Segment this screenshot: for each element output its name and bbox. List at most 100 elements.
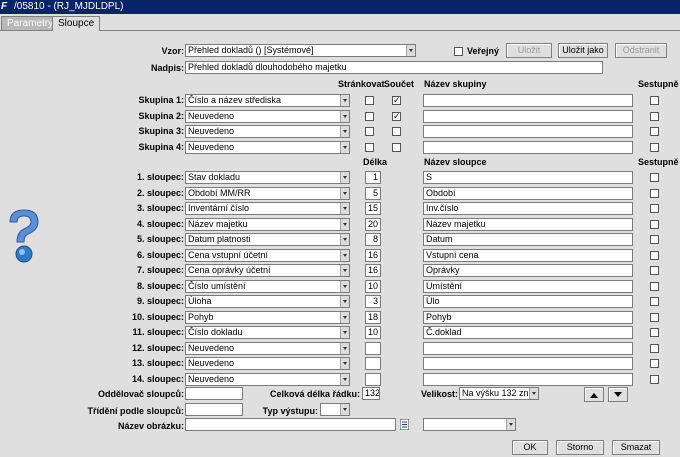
sestupne-checkbox[interactable] <box>650 111 659 121</box>
sestupne-checkbox[interactable] <box>650 297 659 306</box>
column-select[interactable]: Název majetku <box>185 217 350 231</box>
column-name-input[interactable] <box>423 372 633 386</box>
sestupne-checkbox[interactable] <box>650 127 659 136</box>
group-name-input[interactable] <box>423 140 633 154</box>
column-select[interactable]: Úloha <box>185 295 350 308</box>
column-length-input[interactable]: 16 <box>365 264 381 277</box>
group-name-input[interactable] <box>423 125 633 138</box>
column-select[interactable]: Cena oprávky účetní <box>185 264 350 277</box>
oddelovac-input[interactable] <box>185 387 243 400</box>
sestupne-checkbox[interactable] <box>650 96 659 105</box>
column-length-input[interactable]: 1 <box>365 171 381 184</box>
column-length-input[interactable]: 10 <box>365 279 381 293</box>
sestupne-checkbox[interactable] <box>650 312 659 322</box>
soucet-checkbox[interactable] <box>392 142 401 152</box>
odstranit-button[interactable]: Odstranit <box>615 43 667 58</box>
column-select[interactable]: Neuvedeno <box>185 372 350 386</box>
column-name-input[interactable]: Název majetku <box>423 217 633 231</box>
move-down-button[interactable] <box>608 387 628 402</box>
column-select[interactable]: Stav dokladu <box>185 171 350 184</box>
storno-button[interactable]: Storno <box>556 440 604 455</box>
column-length-input[interactable]: 15 <box>365 202 381 215</box>
column-length-input[interactable]: 3 <box>365 295 381 308</box>
column-name-input[interactable] <box>423 341 633 355</box>
column-name-input[interactable]: Pohyb <box>423 310 633 324</box>
strankovat-checkbox[interactable] <box>365 127 374 136</box>
group-select[interactable]: Neuvedeno <box>185 109 350 123</box>
chevron-down-icon <box>340 95 349 106</box>
nazev-obrazku-input[interactable] <box>185 418 396 431</box>
soucet-checkbox[interactable] <box>392 96 401 105</box>
column-select[interactable]: Neuvedeno <box>185 341 350 355</box>
column-name-input[interactable]: Datum <box>423 233 633 246</box>
strankovat-checkbox[interactable] <box>365 96 374 105</box>
column-name-input[interactable]: Oprávky <box>423 264 633 277</box>
column-label: 7. sloupec: <box>136 265 184 275</box>
nadpis-input[interactable]: Přehled dokladů dlouhodobého majetku <box>185 61 603 74</box>
velikost-select[interactable]: Na výšku 132 zn. <box>459 387 539 400</box>
column-select[interactable]: Cena vstupní účetní <box>185 248 350 262</box>
column-select[interactable]: Číslo umístění <box>185 279 350 293</box>
sestupne-checkbox[interactable] <box>650 219 659 229</box>
group-name-input[interactable] <box>423 94 633 107</box>
verejny-checkbox[interactable] <box>454 47 463 56</box>
group-select[interactable]: Neuvedeno <box>185 125 350 138</box>
sestupne-checkbox[interactable] <box>650 359 659 368</box>
column-select[interactable]: Období MM/RR <box>185 186 350 200</box>
vzor-select[interactable]: Přehled dokladů () [Systémové] <box>185 44 416 57</box>
column-name-input[interactable]: Umístění <box>423 279 633 293</box>
move-up-button[interactable] <box>584 387 604 402</box>
column-select[interactable]: Neuvedeno <box>185 357 350 370</box>
column-select[interactable]: Pohyb <box>185 310 350 324</box>
ulozit-jako-button[interactable]: Uložit jako <box>558 43 608 58</box>
tab-parametry[interactable]: Parametry <box>1 16 60 30</box>
column-name-input[interactable]: Vstupní cena <box>423 248 633 262</box>
strankovat-checkbox[interactable] <box>365 111 374 121</box>
column-length-input[interactable]: 16 <box>365 248 381 262</box>
sestupne-checkbox[interactable] <box>650 235 659 244</box>
column-length-input[interactable]: 5 <box>365 186 381 200</box>
column-length-input[interactable] <box>365 372 381 386</box>
column-length-input[interactable] <box>365 341 381 355</box>
ulozit-button[interactable]: Uložit <box>506 43 552 58</box>
column-name-input[interactable]: Inv.číslo <box>423 202 633 215</box>
column-name-input[interactable] <box>423 357 633 370</box>
sestupne-checkbox[interactable] <box>650 250 659 260</box>
column-length-input[interactable]: 8 <box>365 233 381 246</box>
sestupne-checkbox[interactable] <box>650 188 659 198</box>
sestupne-checkbox[interactable] <box>650 374 659 384</box>
sestupne-checkbox[interactable] <box>650 204 659 213</box>
typ-vystupu-select[interactable] <box>320 403 350 416</box>
sestupne-checkbox[interactable] <box>650 173 659 182</box>
group-select[interactable]: Neuvedeno <box>185 140 350 154</box>
column-select[interactable]: Číslo dokladu <box>185 326 350 339</box>
sestupne-checkbox[interactable] <box>650 142 659 152</box>
column-length-input[interactable]: 10 <box>365 326 381 339</box>
soucet-checkbox[interactable] <box>392 127 401 136</box>
list-icon[interactable] <box>400 419 409 430</box>
ok-button[interactable]: OK <box>512 440 548 455</box>
tab-sloupce[interactable]: Sloupce <box>52 16 101 31</box>
group-name-input[interactable] <box>423 109 633 123</box>
help-question-icon[interactable] <box>4 208 44 264</box>
sestupne-checkbox[interactable] <box>650 328 659 337</box>
strankovat-checkbox[interactable] <box>365 142 374 152</box>
group-select[interactable]: Číslo a název střediska <box>185 94 350 107</box>
column-name-input[interactable]: S <box>423 171 633 184</box>
column-name-input[interactable]: Č.doklad <box>423 326 633 339</box>
column-length-input[interactable] <box>365 357 381 370</box>
sestupne-checkbox[interactable] <box>650 266 659 275</box>
sestupne-checkbox[interactable] <box>650 281 659 291</box>
column-length-input[interactable]: 20 <box>365 217 381 231</box>
obrazek-select[interactable] <box>423 418 516 431</box>
column-length-input[interactable]: 18 <box>365 310 381 324</box>
column-select[interactable]: Datum platnosti <box>185 233 350 246</box>
smazat-button[interactable]: Smazat <box>612 440 660 455</box>
vzor-label: Vzor: <box>161 46 185 56</box>
trideni-input[interactable] <box>185 403 243 416</box>
column-name-input[interactable]: Období <box>423 186 633 200</box>
column-name-input[interactable]: Úlo <box>423 295 633 308</box>
sestupne-checkbox[interactable] <box>650 343 659 353</box>
column-select[interactable]: Inventární číslo <box>185 202 350 215</box>
soucet-checkbox[interactable] <box>392 111 401 121</box>
